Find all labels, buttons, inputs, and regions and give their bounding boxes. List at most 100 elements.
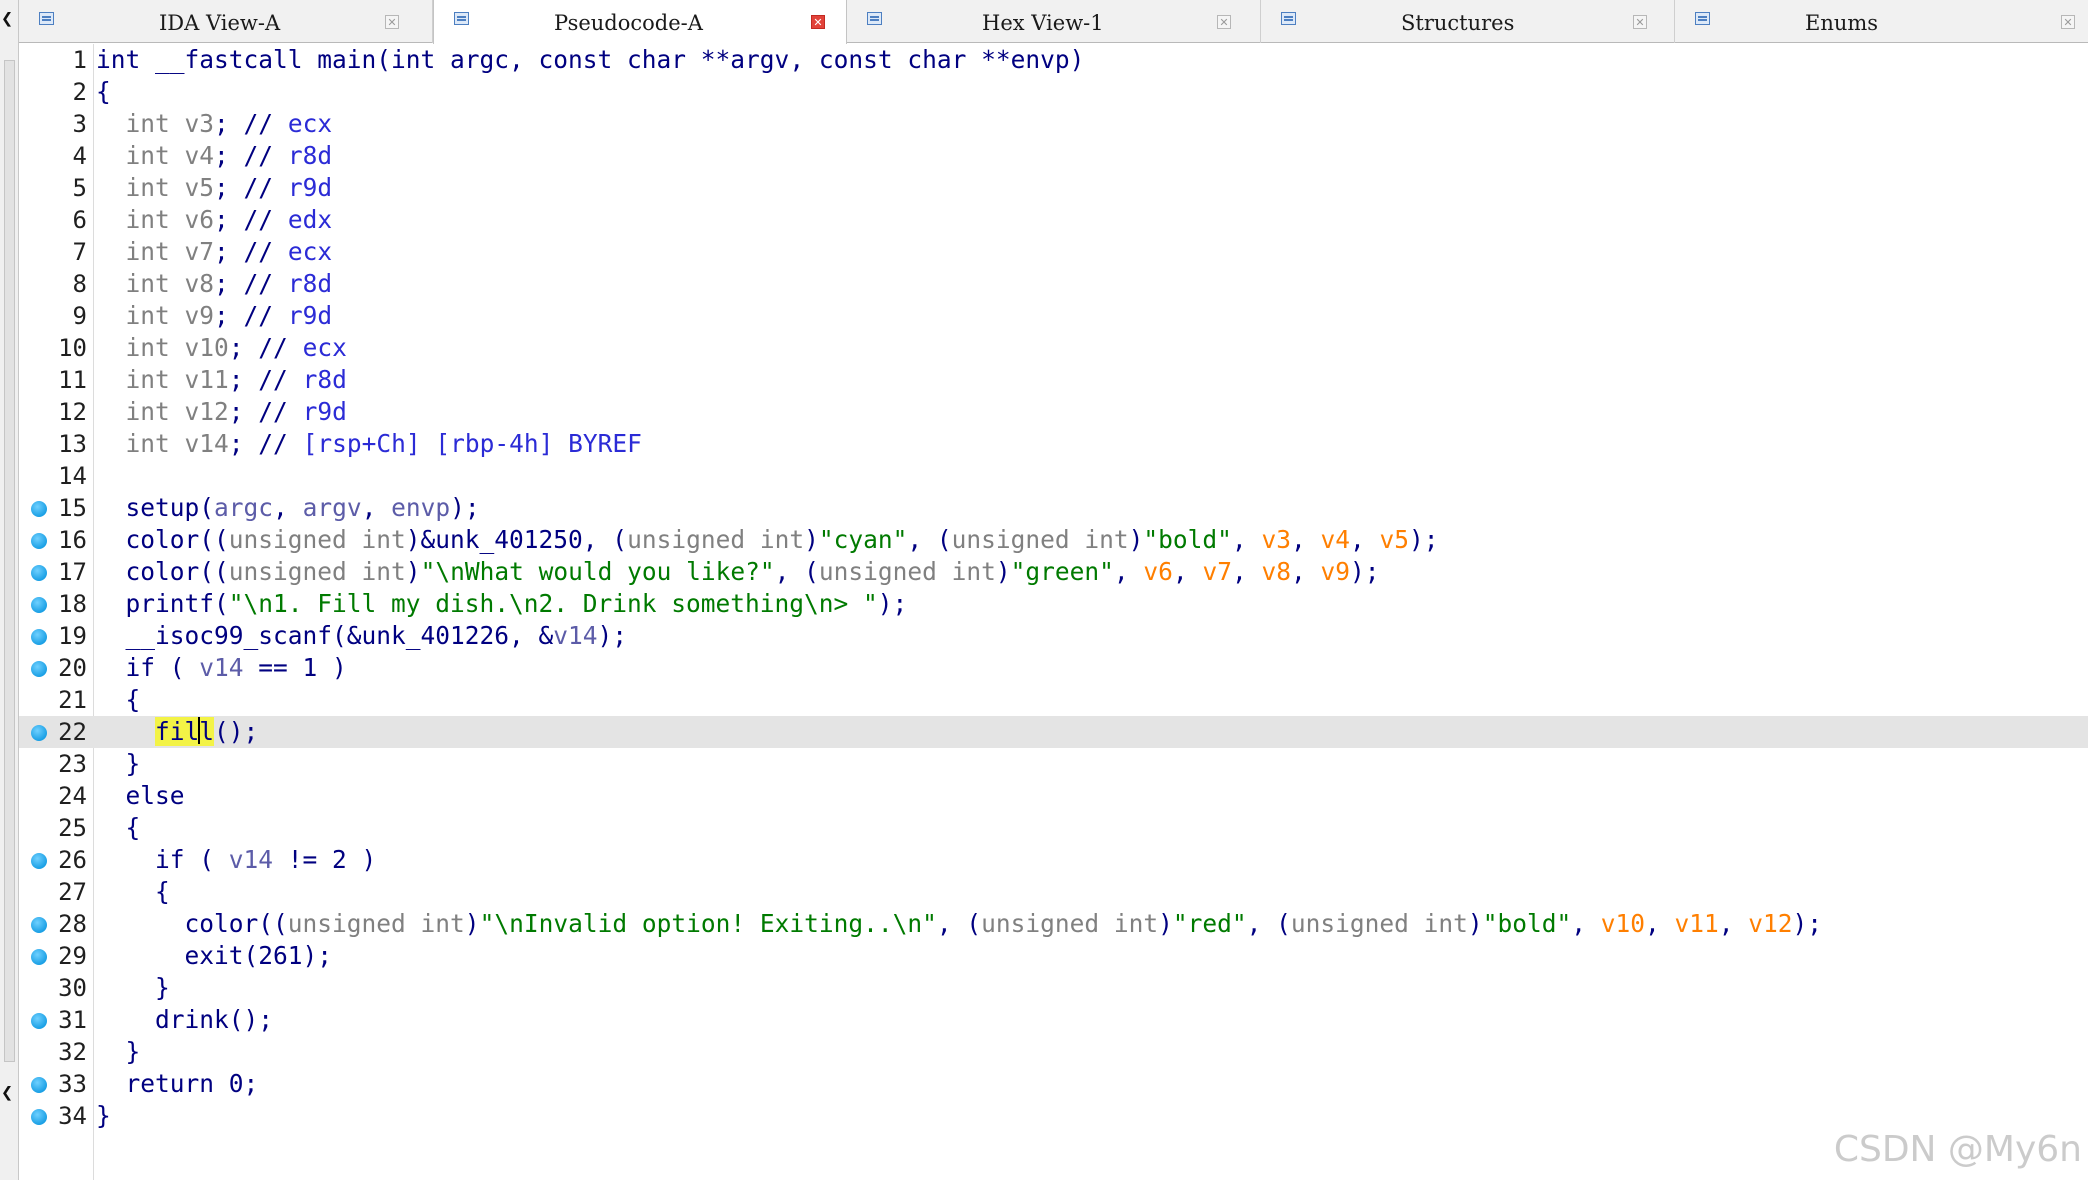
code-token: , ( [774, 557, 819, 586]
breakpoint-dot-icon[interactable] [31, 1109, 47, 1125]
collapse-left-icon-bottom[interactable]: ❮ [1, 1082, 13, 1102]
code-line[interactable]: 17 color((unsigned int)"\nWhat would you… [19, 556, 2088, 588]
code-line[interactable]: 10 int v10; // ecx [19, 332, 2088, 364]
code-line[interactable]: 23 } [19, 748, 2088, 780]
code-line[interactable]: 5 int v5; // r9d [19, 172, 2088, 204]
code-line[interactable]: 34} [19, 1100, 2088, 1132]
code-line[interactable]: 22 fill(); [19, 716, 2088, 748]
code-line[interactable]: 12 int v12; // r9d [19, 396, 2088, 428]
breakpoint-dot-icon[interactable] [31, 1077, 47, 1093]
pseudocode-editor[interactable]: 1 int __fastcall main(int argc, const cha… [19, 44, 2088, 1180]
breakpoint-dot-icon[interactable] [31, 725, 47, 741]
code-line[interactable]: 32 } [19, 1036, 2088, 1068]
code-line[interactable]: 13 int v14; // [rsp+Ch] [rbp-4h] BYREF [19, 428, 2088, 460]
code-line[interactable]: 33 return 0; [19, 1068, 2088, 1100]
code-line[interactable]: 25 { [19, 812, 2088, 844]
highlighted-identifier[interactable]: fill [155, 717, 215, 746]
code-line[interactable]: 28 color((unsigned int)"\nInvalid option… [19, 908, 2088, 940]
code-token: v5 [184, 173, 215, 202]
close-tab-icon[interactable]: ✕ [811, 15, 825, 29]
code-line[interactable]: 9 int v9; // r9d [19, 300, 2088, 332]
code-text: } [96, 1036, 141, 1068]
code-line[interactable]: 27 { [19, 876, 2088, 908]
hex-view-icon [867, 12, 882, 25]
tab-pseudocode-a[interactable]: Pseudocode-A ✕ [433, 0, 847, 44]
code-token: v14 [553, 621, 598, 650]
pseudocode-icon [454, 12, 469, 25]
code-line[interactable]: 11 int v11; // r8d [19, 364, 2088, 396]
code-text: int v9; // r9d [96, 300, 333, 332]
code-line[interactable]: 15 setup(argc, argv, envp); [19, 492, 2088, 524]
code-token: , [1571, 909, 1601, 938]
line-number: 21 [58, 686, 87, 714]
line-number: 25 [58, 814, 87, 842]
code-token: { [96, 77, 111, 106]
code-line[interactable]: 8 int v8; // r8d [19, 268, 2088, 300]
breakpoint-dot-icon[interactable] [31, 501, 47, 517]
code-token: ; // [214, 237, 288, 266]
line-number: 14 [58, 462, 87, 490]
tab-ida-view-a[interactable]: IDA View-A ✕ [19, 0, 433, 43]
code-line[interactable]: 30 } [19, 972, 2088, 1004]
code-token: , [273, 493, 303, 522]
code-token: unsigned int [228, 525, 406, 554]
code-line[interactable]: 2{ [19, 76, 2088, 108]
breakpoint-dot-icon[interactable] [31, 949, 47, 965]
code-token: int [125, 205, 185, 234]
code-line[interactable]: 21 { [19, 684, 2088, 716]
breakpoint-dot-icon[interactable] [31, 533, 47, 549]
code-token: } [155, 973, 170, 1002]
tab-enums[interactable]: Enums ✕ [1675, 0, 2088, 43]
close-tab-icon[interactable]: ✕ [1217, 15, 1231, 29]
collapse-left-icon[interactable]: ❮ [1, 8, 13, 28]
code-text: int v6; // edx [96, 204, 333, 236]
code-token: ecx [302, 333, 347, 362]
breakpoint-dot-icon[interactable] [31, 917, 47, 933]
code-line[interactable]: 14 [19, 460, 2088, 492]
code-line[interactable]: 18 printf("\n1. Fill my dish.\n2. Drink … [19, 588, 2088, 620]
close-tab-icon[interactable]: ✕ [2061, 15, 2075, 29]
code-line[interactable]: 26 if ( v14 != 2 ) [19, 844, 2088, 876]
code-line[interactable]: 19 __isoc99_scanf(&unk_401226, &v14); [19, 620, 2088, 652]
code-line[interactable]: 20 if ( v14 == 1 ) [19, 652, 2088, 684]
code-token: ) [1158, 909, 1173, 938]
code-line[interactable]: 31 drink(); [19, 1004, 2088, 1036]
close-tab-icon[interactable]: ✕ [1633, 15, 1647, 29]
line-number: 1 [72, 46, 87, 74]
code-line[interactable]: 1 int __fastcall main(int argc, const cha… [19, 44, 2088, 76]
code-line[interactable]: 3 int v3; // ecx [19, 108, 2088, 140]
code-line[interactable]: 7 int v7; // ecx [19, 236, 2088, 268]
code-line[interactable]: 24 else [19, 780, 2088, 812]
code-token: { [125, 685, 141, 714]
tab-hex-view-1[interactable]: Hex View-1 ✕ [847, 0, 1261, 43]
code-token: ; // [214, 173, 288, 202]
code-token: "bold" [1482, 909, 1572, 938]
code-token: "red" [1172, 909, 1247, 938]
close-tab-icon[interactable]: ✕ [385, 15, 399, 29]
code-token: int [125, 397, 185, 426]
left-scrollbar[interactable] [4, 60, 15, 1062]
breakpoint-dot-icon[interactable] [31, 1013, 47, 1029]
breakpoint-dot-icon[interactable] [31, 661, 47, 677]
code-text: } [96, 1100, 111, 1132]
code-token: ) [1467, 909, 1483, 938]
code-line[interactable]: 4 int v4; // r8d [19, 140, 2088, 172]
code-token: unsigned int [228, 557, 406, 586]
breakpoint-dot-icon[interactable] [31, 597, 47, 613]
code-line[interactable]: 6 int v6; // edx [19, 204, 2088, 236]
code-token: argc [214, 493, 274, 522]
code-text: color((unsigned int)"\nWhat would you li… [96, 556, 1380, 588]
code-token: int [125, 109, 185, 138]
tab-structures[interactable]: Structures ✕ [1261, 0, 1675, 43]
breakpoint-dot-icon[interactable] [31, 565, 47, 581]
code-line[interactable]: 16 color((unsigned int)&unk_401250, (uns… [19, 524, 2088, 556]
breakpoint-dot-icon[interactable] [31, 629, 47, 645]
code-line[interactable]: 29 exit(261); [19, 940, 2088, 972]
breakpoint-dot-icon[interactable] [31, 853, 47, 869]
